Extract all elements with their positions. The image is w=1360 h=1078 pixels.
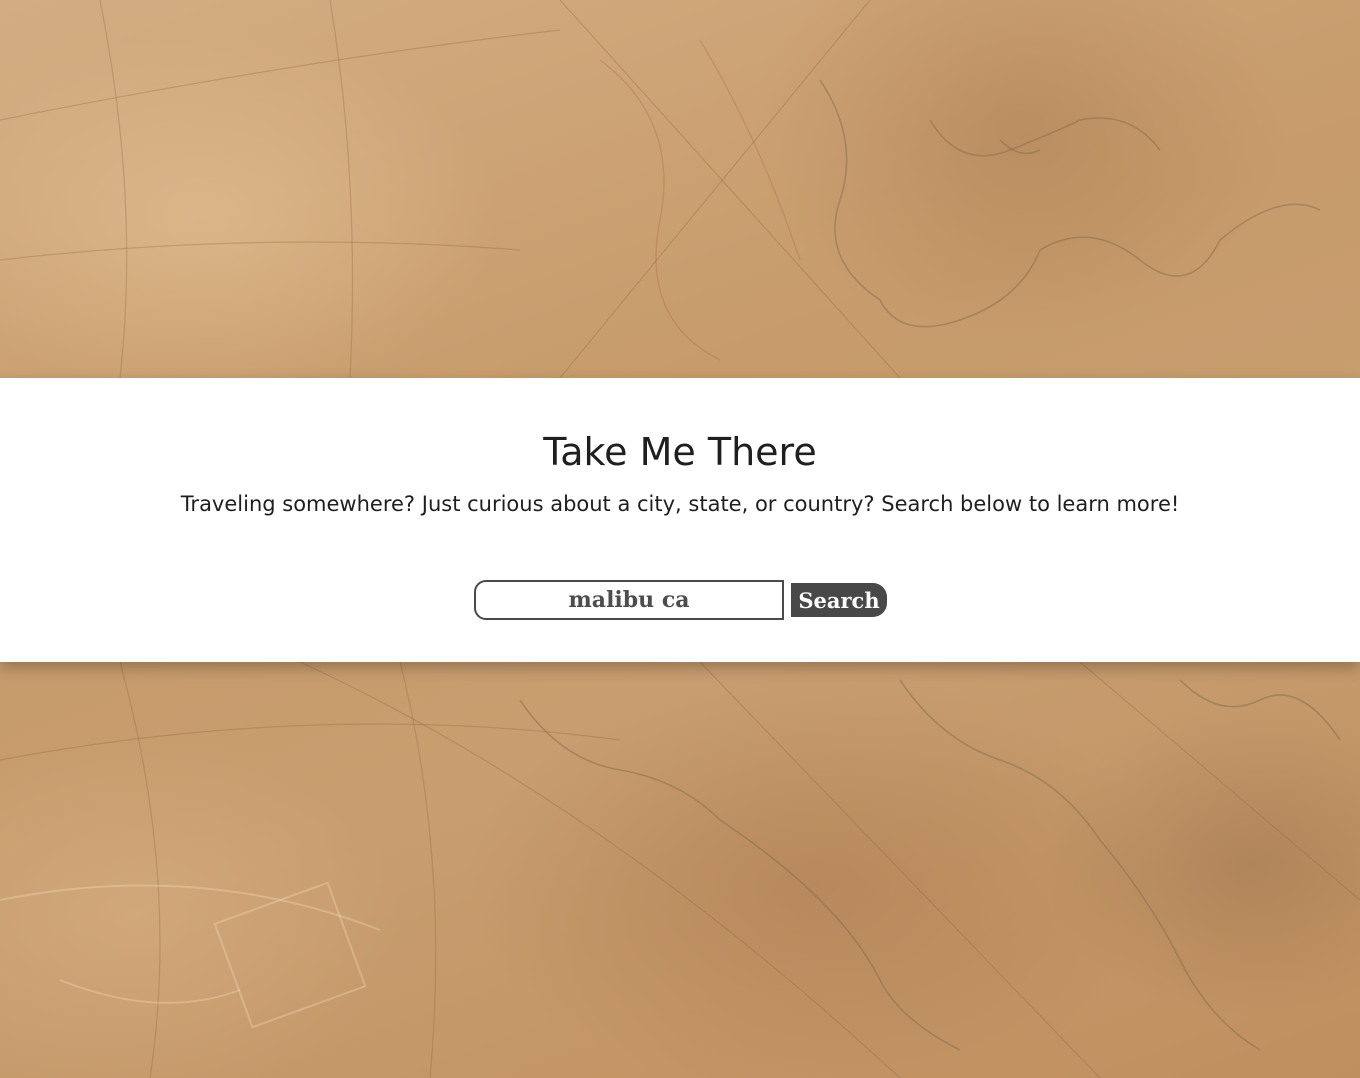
hero-banner: Take Me There Traveling somewhere? Just … bbox=[0, 378, 1360, 662]
page-title: Take Me There bbox=[543, 430, 817, 474]
search-input[interactable] bbox=[474, 580, 784, 620]
search-button[interactable]: Search bbox=[791, 583, 887, 617]
page-subtitle: Traveling somewhere? Just curious about … bbox=[180, 492, 1180, 516]
